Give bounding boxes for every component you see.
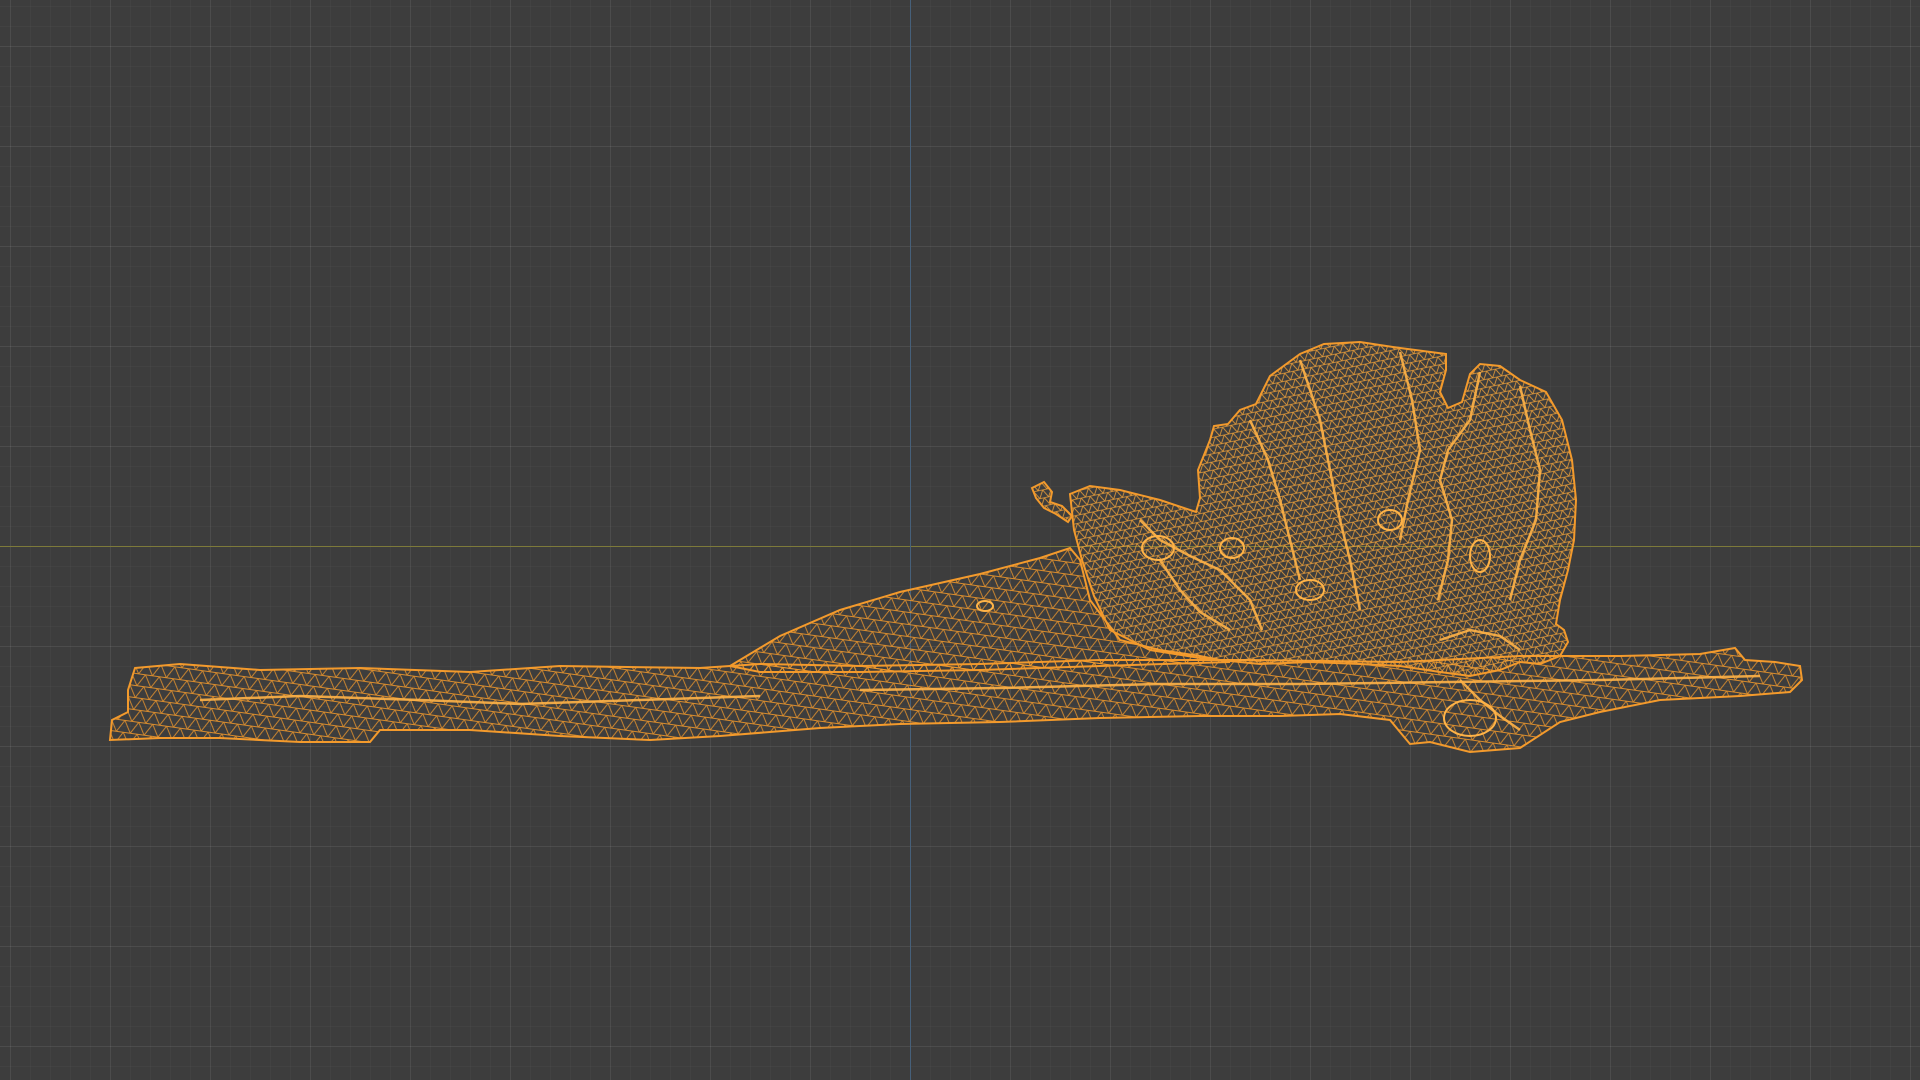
mesh-spur xyxy=(1030,480,1074,524)
mesh-rock xyxy=(1068,340,1578,678)
wireframe-mesh[interactable] xyxy=(0,0,1920,1080)
3d-viewport[interactable] xyxy=(0,0,1920,1080)
